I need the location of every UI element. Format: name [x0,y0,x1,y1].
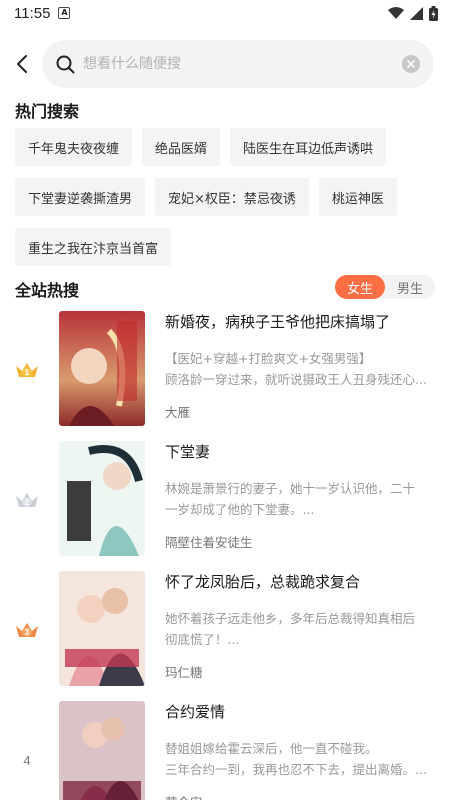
rank-number: 1 [25,368,30,377]
rank-badge-icon: 2 [16,493,38,507]
wifi-icon [388,6,404,19]
status-bar: 11:55 A [0,0,450,26]
book-desc-line: 替姐姐嫁给霍云深后，他一直不碰我。 [165,741,378,756]
hot-search-chip[interactable]: 宠妃×权臣：禁忌夜诱 [155,178,309,216]
close-icon [407,60,415,68]
gender-male-tab[interactable]: 男生 [385,275,435,299]
search-bar [0,38,450,90]
book-author: 茜今安 [165,792,203,800]
book-desc-line: 彻底慌了！... [165,632,240,647]
book-title: 怀了龙凤胎后，总裁跪求复合 [165,573,361,591]
status-time: 11:55 [14,4,51,22]
book-title: 新婚夜，病秧子王爷他把床搞塌了 [165,313,391,331]
hot-search-chip[interactable]: 桃运神医 [318,178,397,216]
book-info: 下堂妻 林婉是萧景行的妻子，她十一岁认识他，二十 一岁却成了他的下堂妻。... … [165,440,437,550]
book-cover-image [59,441,145,556]
book-info: 合约爱情 替姐姐嫁给霍云深后，他一直不碰我。 三年合约一到，我再也忍不下去，提出… [165,700,437,800]
book-author: 大雁 [165,405,191,420]
clear-button[interactable] [402,55,420,73]
hot-search-chips: 千年鬼夫夜夜缠 绝品医婿 陆医生在耳边低声诱哄 下堂妻逆袭撕渣男 宠妃×权臣：禁… [15,128,440,266]
back-button[interactable] [10,52,34,76]
hot-search-chip[interactable]: 下堂妻逆袭撕渣男 [15,178,146,216]
rank-badge: 4 [14,748,40,772]
rank-gold-badge: 1 [14,358,40,382]
book-description: 林婉是萧景行的妻子，她十一岁认识他，二十 一岁却成了他的下堂妻。... [165,478,437,520]
book-item[interactable]: 4 合约爱情 替姐姐嫁给霍云深后，他一直不碰我。 三年合约一到，我再也忍不下去，… [0,700,450,800]
book-cover-image [59,571,145,686]
book-title: 下堂妻 [165,443,211,461]
book-title: 合约爱情 [165,703,226,721]
rank-number: 2 [25,498,30,507]
book-desc-line: 一岁却成了他的下堂妻。... [165,502,315,517]
hot-book-list: 1 新婚夜，病秧子王爷他把床搞塌了 【医妃+穿越+打脸爽文+女强男强】 顾洛龄一… [0,310,450,800]
battery-icon [429,5,438,21]
book-cover[interactable] [59,571,145,686]
gender-female-tab[interactable]: 女生 [335,275,385,299]
book-author: 玛仁糖 [165,665,203,680]
rank-number: 3 [25,628,30,637]
signal-icon [410,6,423,20]
book-desc-line: 顾洛龄一穿过来，就听说摄政王人丑身残还心... [165,372,427,387]
book-description: 【医妃+穿越+打脸爽文+女强男强】 顾洛龄一穿过来，就听说摄政王人丑身残还心..… [165,348,437,390]
hot-search-chip[interactable]: 陆医生在耳边低声诱哄 [230,128,387,166]
chevron-left-icon [17,55,27,73]
book-author: 隔壁住着安徒生 [165,535,253,550]
book-item[interactable]: 1 新婚夜，病秧子王爷他把床搞塌了 【医妃+穿越+打脸爽文+女强男强】 顾洛龄一… [0,310,450,440]
book-desc-line: 三年合约一到，我再也忍不下去，提出离婚。... [165,762,427,777]
status-icons [388,5,438,21]
book-cover-image [59,701,145,800]
notification-icon: A [58,7,71,19]
book-desc-line: 【医妃+穿越+打脸爽文+女强男强】 [165,351,372,366]
rank-bronze-badge: 3 [14,618,40,642]
book-info: 怀了龙凤胎后，总裁跪求复合 她怀着孩子远走他乡，多年后总裁得知真相后 彻底慌了！… [165,570,437,680]
book-item[interactable]: 2 下堂妻 林婉是萧景行的妻子，她十一岁认识他，二十 一岁却成了他的下堂妻。..… [0,440,450,570]
book-cover-image [59,311,145,426]
site-hot-title: 全站热搜 [15,281,80,300]
search-input[interactable] [83,56,402,72]
rank-badge-icon: 3 [16,623,38,637]
hot-search-title: 热门搜索 [15,102,80,121]
book-desc-line: 林婉是萧景行的妻子，她十一岁认识他，二十 [165,481,416,496]
book-desc-line: 她怀着孩子远走他乡，多年后总裁得知真相后 [165,611,416,626]
book-item[interactable]: 3 怀了龙凤胎后，总裁跪求复合 她怀着孩子远走他乡，多年后总裁得知真相后 彻底慌… [0,570,450,700]
rank-silver-badge: 2 [14,488,40,512]
book-cover[interactable] [59,701,145,800]
rank-badge-icon: 1 [16,363,38,377]
book-description: 她怀着孩子远走他乡，多年后总裁得知真相后 彻底慌了！... [165,608,437,650]
book-description: 替姐姐嫁给霍云深后，他一直不碰我。 三年合约一到，我再也忍不下去，提出离婚。..… [165,738,437,780]
rank-number: 4 [23,752,31,768]
book-cover[interactable] [59,441,145,556]
search-icon [56,55,75,73]
book-info: 新婚夜，病秧子王爷他把床搞塌了 【医妃+穿越+打脸爽文+女强男强】 顾洛龄一穿过… [165,310,437,420]
hot-search-chip[interactable]: 绝品医婿 [142,128,221,166]
book-cover[interactable] [59,311,145,426]
hot-search-chip[interactable]: 重生之我在汴京当首富 [15,228,172,266]
hot-search-chip[interactable]: 千年鬼夫夜夜缠 [15,128,133,166]
search-box[interactable] [42,40,434,88]
gender-toggle: 女生 男生 [335,275,435,299]
